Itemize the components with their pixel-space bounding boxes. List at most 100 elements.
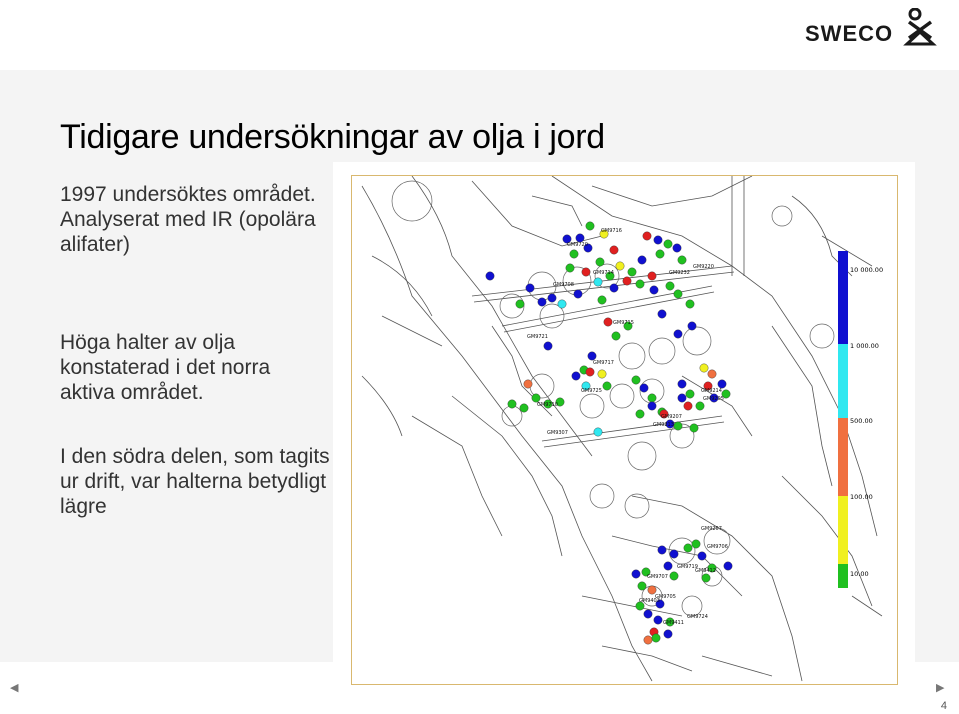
sample-point: [677, 379, 687, 389]
sample-point: [687, 321, 697, 331]
sample-point: [723, 561, 733, 571]
sample-label: GM9714: [593, 270, 614, 276]
sample-point: [609, 245, 619, 255]
sample-point: [543, 341, 553, 351]
sample-point: [571, 371, 581, 381]
sample-point: [515, 299, 525, 309]
sample-point: [587, 351, 597, 361]
sample-label: GM9725: [581, 388, 602, 394]
sample-point: [507, 399, 517, 409]
sample-point: [663, 561, 673, 571]
sample-label: GM9232: [669, 270, 690, 276]
sample-label: GM9716: [601, 228, 622, 234]
sweco-logo: SWECO: [805, 8, 945, 48]
sample-point: [637, 255, 647, 265]
sample-label: GM9411: [663, 620, 684, 626]
sample-point: [683, 543, 693, 553]
sample-point: [585, 221, 595, 231]
sample-point: [519, 403, 529, 413]
legend-bar: [838, 251, 848, 588]
sample-label: GM9412: [695, 568, 716, 574]
slide-title: Tidigare undersökningar av olja i jord: [60, 118, 605, 156]
prev-slide-button[interactable]: ◀: [10, 681, 18, 694]
sample-point: [597, 369, 607, 379]
sample-label: GM9715: [613, 320, 634, 326]
sample-point: [673, 289, 683, 299]
sample-point: [597, 295, 607, 305]
sample-point: [653, 615, 663, 625]
sample-label: GM9207: [661, 414, 682, 420]
sample-point: [557, 299, 567, 309]
sample-label: GM9214: [701, 388, 722, 394]
sample-point: [603, 317, 613, 327]
legend-tick: 1 000.00: [850, 342, 879, 350]
sample-point: [643, 609, 653, 619]
sample-point: [651, 633, 661, 643]
sample-label: GM9403: [639, 598, 660, 604]
sample-label: GM9707: [647, 574, 668, 580]
sample-point: [647, 401, 657, 411]
legend-ticks: 10 000.00 1 000.00 500.00 100.00 10.00: [850, 266, 883, 578]
sample-label: GM9724: [687, 614, 708, 620]
sample-point: [573, 289, 583, 299]
logo-text: SWECO: [805, 21, 894, 46]
sample-label: GM9207: [701, 526, 722, 532]
sample-label: GM9307: [547, 430, 568, 436]
sample-point: [672, 243, 682, 253]
sample-point: [565, 263, 575, 273]
sample-point: [649, 285, 659, 295]
sample-point: [575, 233, 585, 243]
sample-point: [695, 401, 705, 411]
sample-point: [647, 585, 657, 595]
sample-point: [593, 277, 603, 287]
sample-point: [525, 283, 535, 293]
sample-point: [657, 309, 667, 319]
sample-point: [663, 629, 673, 639]
sample-point: [639, 383, 649, 393]
site-map-svg: 10 000.00 1 000.00 500.00 100.00 10.00 G…: [361, 175, 883, 682]
legend-tick: 10 000.00: [850, 266, 883, 274]
sample-point: [611, 331, 621, 341]
sample-point: [602, 381, 612, 391]
sample-point: [595, 257, 605, 267]
sample-point: [689, 423, 699, 433]
sample-point: [707, 369, 717, 379]
page-number: 4: [940, 700, 947, 712]
sample-point: [673, 421, 683, 431]
sample-label: GM9205: [703, 396, 724, 402]
paragraph-3: I den södra delen, som tagits ur drift, …: [60, 445, 330, 518]
sample-point: [609, 283, 619, 293]
legend-tick: 500.00: [850, 417, 873, 425]
sample-point: [691, 539, 701, 549]
sample-label: GM9710: [537, 402, 558, 408]
sample-point: [631, 569, 641, 579]
sample-point: [615, 261, 625, 271]
sample-point: [531, 393, 541, 403]
sample-label: GM9708: [553, 282, 574, 288]
sample-point: [673, 329, 683, 339]
sample-point: [699, 363, 709, 373]
sample-point: [647, 393, 657, 403]
next-slide-button[interactable]: ▶: [936, 681, 944, 694]
sample-point: [581, 267, 591, 277]
sample-point: [669, 549, 679, 559]
sample-point: [653, 235, 663, 245]
sample-point: [547, 293, 557, 303]
sample-point: [622, 276, 632, 286]
sample-point: [655, 249, 665, 259]
sample-point: [643, 635, 653, 645]
sample-label: GM9213: [653, 422, 674, 428]
sample-point: [685, 299, 695, 309]
sample-point: [585, 367, 595, 377]
sample-point: [631, 375, 641, 385]
sample-point: [647, 271, 657, 281]
sample-point: [683, 401, 693, 411]
sample-point: [665, 281, 675, 291]
sample-point: [635, 279, 645, 289]
sample-label: GM9720: [567, 242, 588, 248]
sample-point: [685, 389, 695, 399]
sample-point: [677, 255, 687, 265]
sample-point: [523, 379, 533, 389]
legend-tick: 10.00: [850, 570, 869, 578]
sample-point: [642, 231, 652, 241]
